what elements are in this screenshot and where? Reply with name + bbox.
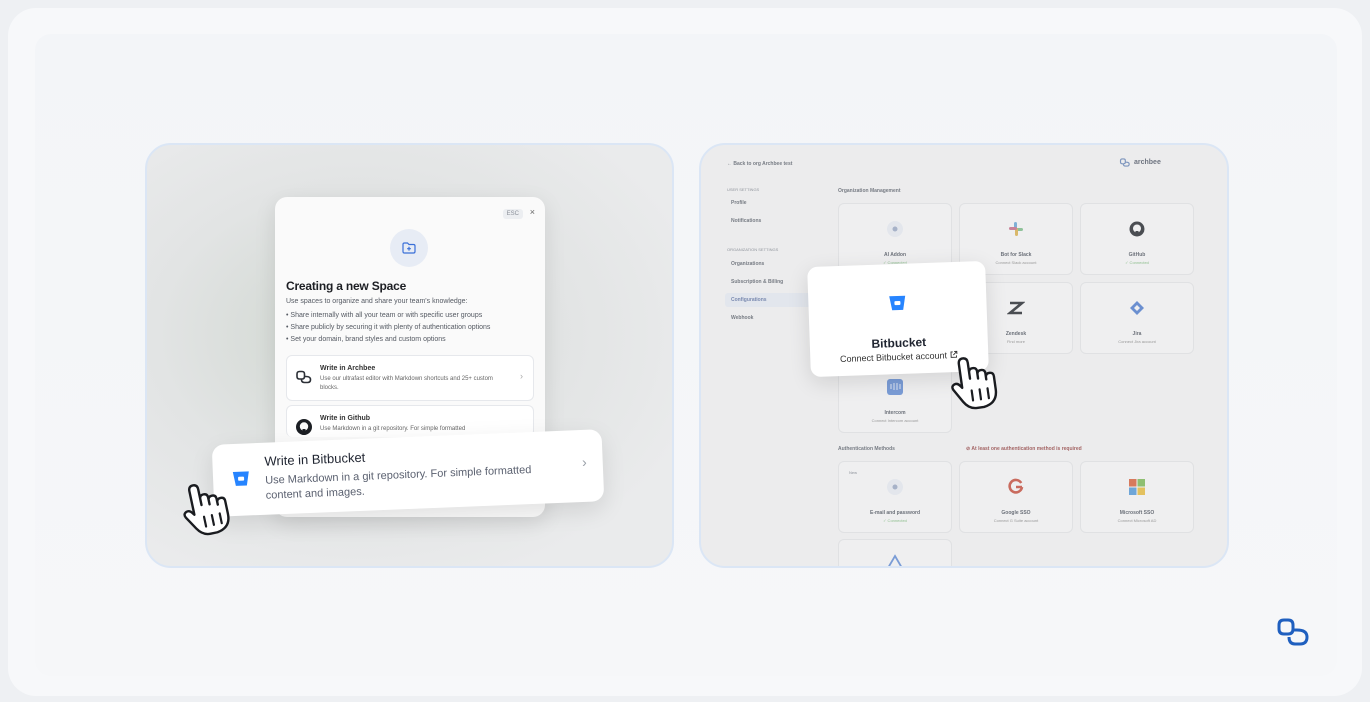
folder-add-icon: [390, 229, 428, 267]
section-title: Authentication Methods: [838, 446, 895, 452]
option-desc: Use our ultrafast editor with Markdown s…: [320, 376, 493, 391]
auth-tile[interactable]: [838, 539, 952, 566]
option-write-in-archbee[interactable]: Write in Archbee Use our ultrafast edito…: [286, 355, 534, 401]
auth-status: ✓ Connected: [883, 518, 907, 523]
modal-title: Creating a new Space: [286, 279, 407, 293]
integration-status: ✓ Connected: [1125, 260, 1149, 265]
intercom-icon: [839, 378, 951, 396]
shield-icon: [839, 554, 951, 566]
sidebar-item-organizations[interactable]: Organizations: [731, 261, 764, 267]
integration-status[interactable]: Connect Intercom account: [839, 418, 951, 423]
integration-tile[interactable]: Jira Connect Jira account: [1080, 282, 1194, 354]
auth-tile[interactable]: Microsoft SSO Connect Microsoft AD: [1080, 461, 1194, 533]
feature-list: Share internally with all your team or w…: [286, 310, 490, 346]
connect-link-text: Connect Bitbucket account: [839, 350, 948, 365]
archbee-icon: [295, 370, 313, 389]
microsoft-icon: [1081, 478, 1193, 496]
sidebar-section-header: ORGANIZATION SETTINGS: [727, 247, 779, 252]
option-desc: Use Markdown in a git repository. For si…: [320, 426, 466, 432]
option-title: Write in Github: [320, 415, 371, 422]
option-write-in-github[interactable]: Write in Github Use Markdown in a git re…: [286, 405, 534, 437]
pointer-hand-icon: [944, 351, 1006, 421]
integration-name: GitHub: [1128, 252, 1146, 258]
esc-hint: ESC: [502, 209, 523, 219]
sidebar-item-configurations[interactable]: Configurations: [725, 293, 811, 307]
slack-icon: [960, 220, 1072, 238]
option-title: Write in Bitbucket: [264, 449, 366, 469]
integration-tile[interactable]: GitHub ✓ Connected: [1080, 203, 1194, 275]
ai-addon-icon: [839, 220, 951, 238]
auth-name: Google SSO: [1001, 510, 1031, 516]
section-title: Organization Management: [838, 188, 901, 194]
integration-name: AI Addon: [883, 252, 907, 258]
new-badge: New: [849, 470, 858, 475]
github-icon: [295, 418, 313, 441]
back-link[interactable]: ← Back to org Archbee test: [727, 161, 792, 167]
chevron-right-icon: ›: [520, 371, 523, 381]
bitbucket-icon: [887, 294, 908, 318]
auth-warning-text: At least one authentication method is re…: [971, 446, 1082, 452]
feature-item: Set your domain, brand styles and custom…: [286, 334, 490, 346]
close-icon[interactable]: ×: [530, 207, 535, 217]
integration-status[interactable]: Connect Jira account: [1081, 339, 1193, 344]
sidebar-item-billing[interactable]: Subscription & Billing: [731, 279, 783, 285]
jira-icon: [1081, 299, 1193, 317]
auth-tile[interactable]: Google SSO Connect G Suite account: [959, 461, 1073, 533]
integration-name: Jira: [1132, 331, 1142, 337]
auth-status[interactable]: Connect G Suite account: [960, 518, 1072, 523]
archbee-logo: archbee: [1119, 158, 1161, 167]
feature-item: Share internally with all your team or w…: [286, 310, 490, 322]
option-title: Write in Archbee: [320, 365, 376, 372]
chevron-right-icon: ›: [581, 453, 588, 471]
brand-name: archbee: [1134, 159, 1161, 166]
sidebar-section-header: USER SETTINGS: [727, 187, 760, 192]
email-icon: [839, 478, 951, 496]
integration-name: Intercom: [884, 410, 906, 416]
github-icon: [1081, 220, 1193, 238]
sidebar-item-notifications[interactable]: Notifications: [731, 218, 761, 224]
modal-intro: Use spaces to organize and share your te…: [286, 298, 468, 305]
sidebar-item-profile[interactable]: Profile: [731, 200, 747, 206]
auth-name: Microsoft SSO: [1119, 510, 1155, 516]
google-icon: [960, 478, 1072, 496]
integration-name: Bot for Slack: [1000, 252, 1032, 258]
auth-tile[interactable]: New E-mail and password ✓ Connected: [838, 461, 952, 533]
archbee-logo-icon: [1276, 617, 1312, 652]
auth-warning: ⊘ At least one authentication method is …: [966, 446, 1082, 452]
feature-item: Share publicly by securing it with plent…: [286, 322, 490, 334]
sidebar-item-webhook[interactable]: Webhook: [731, 315, 753, 321]
option-desc: Use Markdown in a git repository. For si…: [264, 464, 532, 502]
bitbucket-icon: [231, 469, 252, 493]
auth-name: E-mail and password: [869, 510, 920, 516]
auth-status[interactable]: Connect Microsoft AD: [1081, 518, 1193, 523]
